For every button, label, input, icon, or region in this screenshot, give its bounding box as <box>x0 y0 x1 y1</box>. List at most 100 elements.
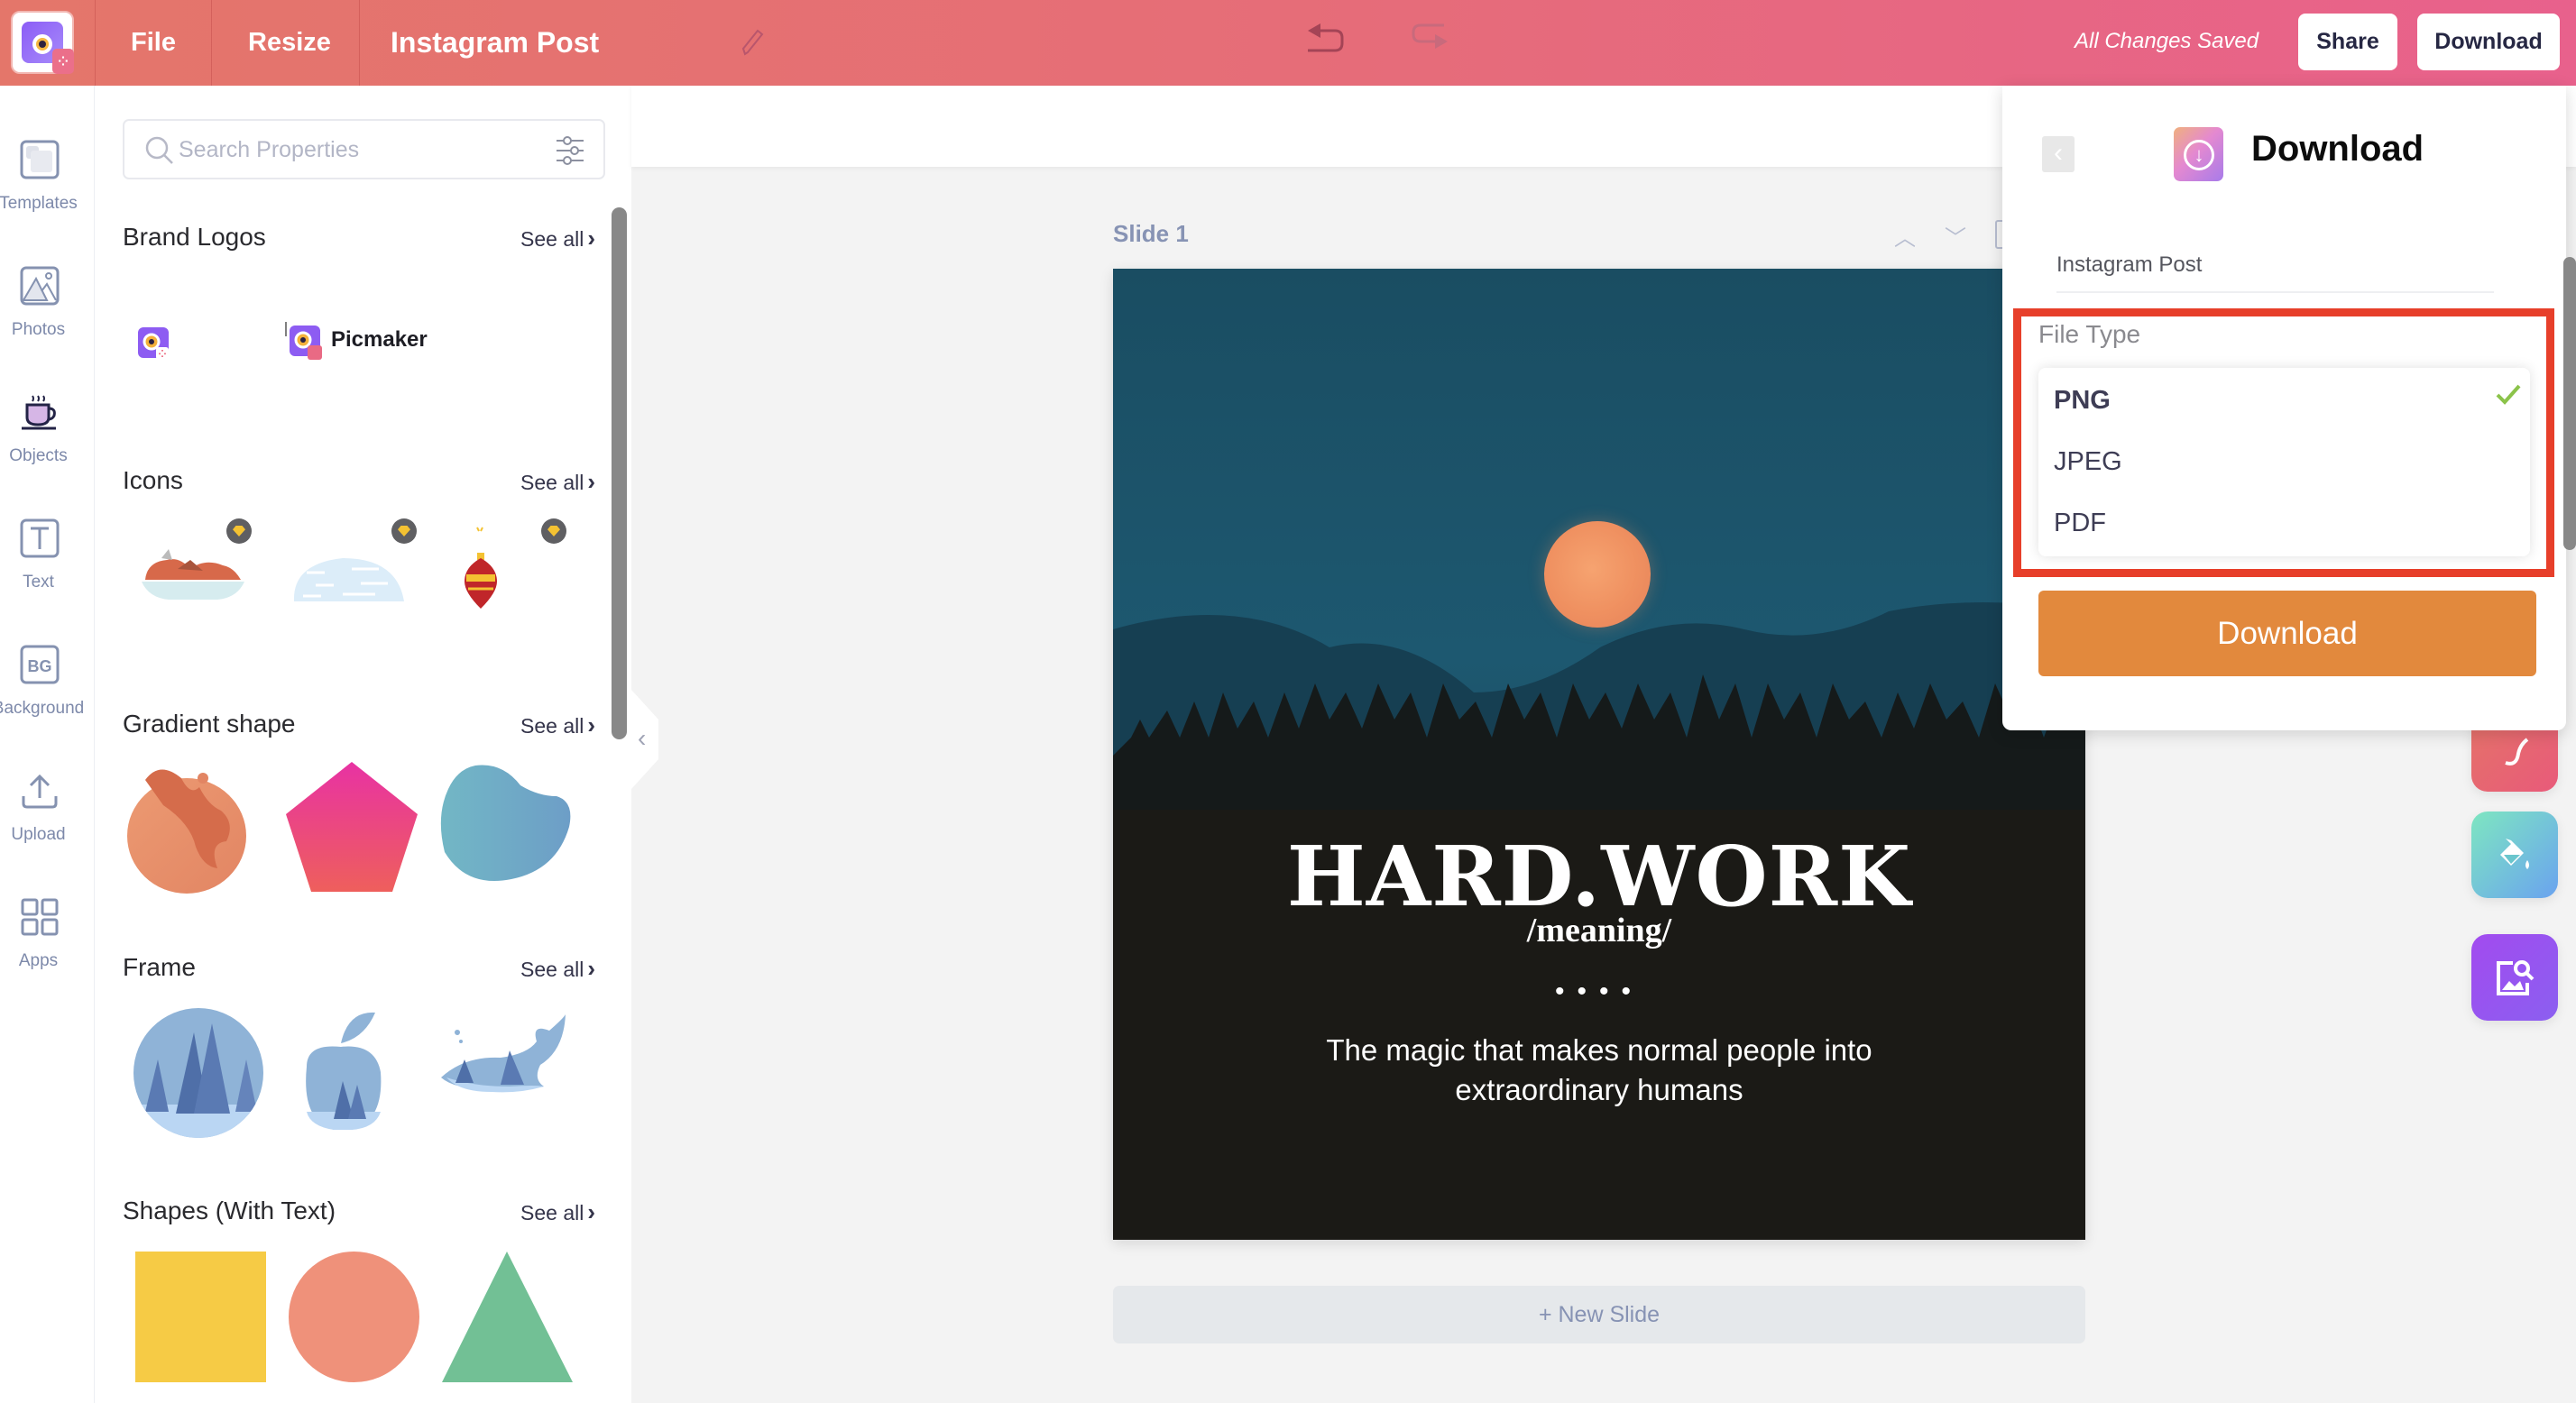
section-title-icons: Icons <box>123 466 183 494</box>
new-slide-button[interactable]: + New Slide <box>1113 1286 2085 1343</box>
gradient-shape-blue-blob[interactable] <box>439 762 575 897</box>
header-download-button[interactable]: Download <box>2417 14 2560 70</box>
icon-item-sausages[interactable] <box>136 518 253 618</box>
see-all-brand-logos[interactable]: See all › <box>520 225 595 252</box>
back-button[interactable]: ‹ <box>2042 136 2075 172</box>
download-panel-title: Download <box>2251 129 2424 169</box>
header-divider <box>211 0 212 86</box>
svg-text:⁘: ⁘ <box>158 349 166 360</box>
picmaker-logo-icon <box>285 322 322 360</box>
undo-icon[interactable] <box>1299 18 1353 65</box>
rail-item-photos[interactable]: Photos <box>0 266 95 374</box>
slide-subtitle-text[interactable]: /meaning/ <box>1113 911 2085 950</box>
share-button[interactable]: Share <box>2298 14 2397 70</box>
brand-logo-icon-item[interactable]: ⁘ <box>136 326 172 362</box>
chevron-right-icon: › <box>587 1198 595 1225</box>
rail-label: Apps <box>18 951 59 970</box>
brand-logo-wordmark-item[interactable]: Picmaker <box>284 320 428 365</box>
shape-triangle[interactable] <box>442 1252 573 1382</box>
filter-sliders-icon[interactable] <box>555 135 585 166</box>
chevron-right-icon: › <box>587 955 595 982</box>
pink-pentagon-shape <box>286 762 418 892</box>
resize-menu[interactable]: Resize <box>248 0 331 86</box>
header-divider <box>95 0 96 86</box>
download-panel-icon: ↓ <box>2174 127 2223 181</box>
search-properties-box <box>123 119 605 179</box>
see-all-icons[interactable]: See all › <box>520 468 595 496</box>
photos-icon <box>20 266 60 306</box>
icon-item-ornament[interactable] <box>455 518 566 627</box>
templates-icon <box>20 140 60 179</box>
see-all-label: See all <box>520 714 584 738</box>
rail-item-templates[interactable]: Templates <box>0 140 95 248</box>
redo-icon[interactable] <box>1403 18 1457 65</box>
slide-body-text[interactable]: The magic that makes normal people into … <box>1113 1031 2085 1110</box>
see-all-shapes-with-text[interactable]: See all › <box>520 1198 595 1226</box>
slide-dots-text[interactable]: •••• <box>1113 977 2085 1007</box>
rail-item-upload[interactable]: Upload <box>0 771 95 879</box>
top-header: ⁘ File Resize Instagram Post All Changes… <box>0 0 2576 86</box>
triangle-shape <box>442 1252 573 1382</box>
image-search-tool-button[interactable] <box>2471 934 2558 1021</box>
color-fill-tool-button[interactable] <box>2471 812 2558 898</box>
rail-label: Objects <box>9 446 68 465</box>
background-icon: BG <box>20 645 60 684</box>
panel-scrollbar[interactable] <box>612 207 627 739</box>
gradient-shape-pentagon[interactable] <box>284 760 419 895</box>
premium-diamond-icon <box>391 518 417 544</box>
circle-frame-image <box>133 1008 263 1138</box>
rename-pencil-icon[interactable] <box>740 27 767 58</box>
frame-item-whale[interactable] <box>437 1014 573 1123</box>
apple-frame-image <box>306 1012 382 1130</box>
see-all-frame[interactable]: See all › <box>520 955 595 983</box>
shape-circle[interactable] <box>289 1252 419 1382</box>
picmaker-wordmark: Picmaker <box>331 327 428 352</box>
whale-frame-image <box>441 1014 566 1093</box>
search-icon <box>145 136 173 164</box>
section-title-gradient-shape: Gradient shape <box>123 710 296 738</box>
chevron-right-icon: › <box>587 468 595 495</box>
rail-item-text[interactable]: Text <box>0 518 95 627</box>
see-all-gradient-shape[interactable]: See all › <box>520 711 595 739</box>
premium-diamond-icon <box>226 518 252 544</box>
paint-bucket-icon <box>2500 839 2529 869</box>
move-slide-down-chevron-icon[interactable]: ﹀ <box>1945 220 1966 252</box>
popover-scrollbar[interactable] <box>2563 257 2576 550</box>
document-title[interactable]: Instagram Post <box>391 0 599 86</box>
picmaker-logo-icon: ⁘ <box>138 327 169 360</box>
text-icon <box>20 518 60 558</box>
rail-label: Text <box>23 573 54 591</box>
rail-item-background[interactable]: BG Background <box>0 645 95 753</box>
download-submit-button[interactable]: Download <box>2038 591 2536 676</box>
see-all-label: See all <box>520 471 584 494</box>
slide-canvas[interactable]: HARD.WORK /meaning/ •••• The magic that … <box>1113 269 2085 1240</box>
rail-label: Templates <box>0 194 78 213</box>
gradient-shape-orange-blob[interactable] <box>127 760 262 895</box>
move-slide-up-chevron-icon[interactable]: ︿ <box>1894 220 1916 252</box>
file-menu[interactable]: File <box>131 0 176 86</box>
document-name-field[interactable]: Instagram Post <box>2056 252 2494 293</box>
icon-item-cloud[interactable] <box>289 518 417 618</box>
download-popover: ‹ ↓ Download Instagram Post File Type PN… <box>2002 86 2566 730</box>
rail-item-objects[interactable]: Objects <box>0 392 95 500</box>
app-logo[interactable]: ⁘ <box>11 11 74 74</box>
chevron-left-icon: ‹ <box>2054 138 2063 168</box>
svg-text:BG: BG <box>28 657 52 675</box>
search-properties-input[interactable] <box>179 130 521 170</box>
save-status: All Changes Saved <box>2075 29 2259 53</box>
section-title-shapes-with-text: Shapes (With Text) <box>123 1197 336 1224</box>
orange-blob-shape <box>127 769 246 894</box>
rail-item-apps[interactable]: Apps <box>0 897 95 1005</box>
highlight-annotation-box <box>2013 308 2554 577</box>
collapse-panel-tab[interactable]: ‹ <box>631 690 658 789</box>
left-tool-rail: Templates Photos Objects Text BG Backgro… <box>0 86 95 1403</box>
frame-item-circle[interactable] <box>131 1005 266 1141</box>
shape-square[interactable] <box>135 1252 266 1382</box>
section-title-brand-logos: Brand Logos <box>123 223 266 251</box>
chevron-right-icon: › <box>587 225 595 252</box>
logo-badge: ⁘ <box>52 49 74 74</box>
objects-panel: Brand Logos See all› ⁘ Picmaker Icons Se… <box>95 86 631 1403</box>
frame-item-apple[interactable] <box>298 1004 406 1139</box>
slide-label: Slide 1 <box>1113 220 1189 247</box>
premium-diamond-icon <box>541 518 566 544</box>
